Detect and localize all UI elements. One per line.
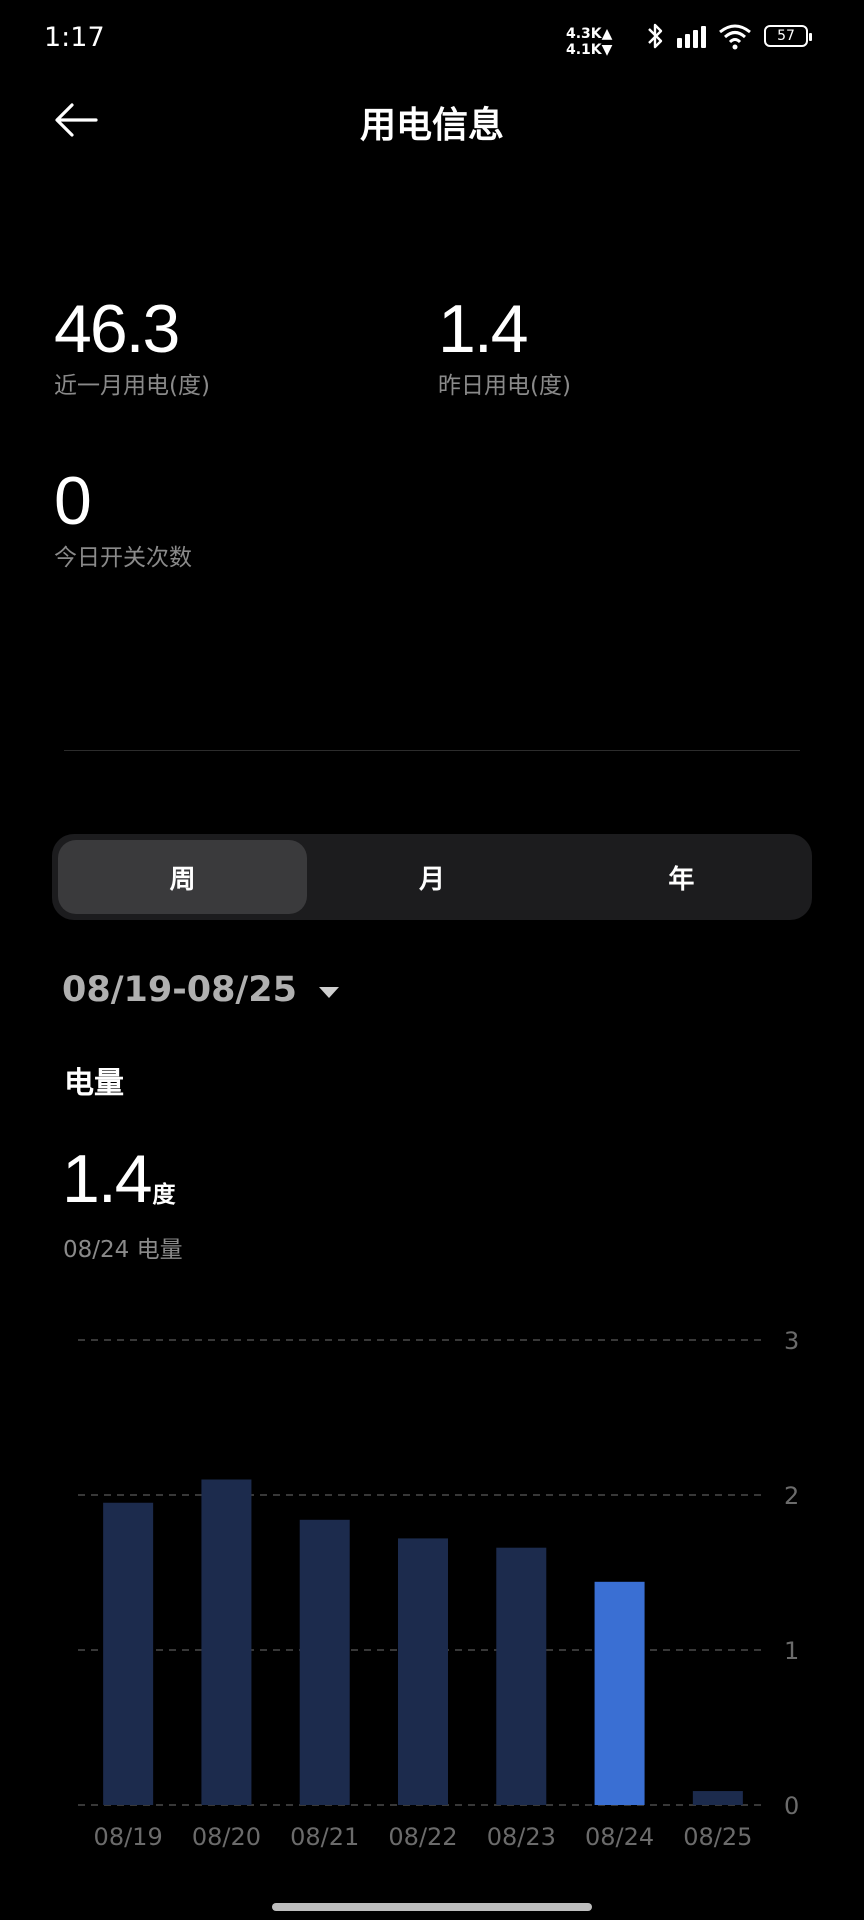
tab-year[interactable]: 年 (557, 840, 806, 914)
home-indicator[interactable] (272, 1903, 592, 1911)
x-tick-label: 08/20 (192, 1823, 261, 1851)
x-tick-label: 08/19 (94, 1823, 163, 1851)
selected-caption: 08/24 电量 (63, 1237, 183, 1263)
y-tick-label: 2 (784, 1482, 799, 1510)
bluetooth-icon (648, 23, 663, 49)
stat-today-switches: 0 今日开关次数 (54, 462, 192, 572)
y-tick-label: 3 (784, 1327, 799, 1355)
section-title: 电量 (64, 1066, 124, 1101)
bar (201, 1479, 252, 1805)
network-speed: 4.3K▲ 4.1K▼ (566, 26, 612, 58)
y-tick-label: 0 (784, 1792, 799, 1820)
tab-week[interactable]: 周 (58, 840, 308, 914)
stat-month-usage: 46.3 近一月用电(度) (54, 290, 210, 400)
x-tick-label: 08/24 (585, 1823, 654, 1851)
battery-icon: 57 (764, 25, 812, 47)
bar (692, 1791, 743, 1805)
stat-label: 近一月用电(度) (54, 373, 210, 399)
x-tick-label: 08/22 (388, 1823, 457, 1851)
period-tabs: 周 月 年 (52, 834, 812, 920)
y-tick-label: 1 (784, 1637, 799, 1665)
bar (103, 1502, 154, 1805)
stat-value: 0 (54, 463, 92, 539)
stat-value: 46.3 (54, 291, 180, 367)
bar (299, 1519, 350, 1805)
status-icons: 57 (645, 22, 812, 50)
status-time: 1:17 (44, 22, 105, 53)
selected-value-number: 1.4 (62, 1141, 153, 1217)
selected-value-unit: 度 (152, 1182, 176, 1208)
stat-yesterday-usage: 1.4 昨日用电(度) (438, 290, 571, 400)
stat-label: 昨日用电(度) (438, 373, 571, 399)
x-tick-label: 08/25 (683, 1823, 752, 1851)
wifi-icon (719, 24, 751, 50)
dropdown-caret-icon (318, 986, 339, 998)
x-tick-label: 08/21 (290, 1823, 359, 1851)
page-title: 用电信息 (359, 105, 504, 146)
net-down: 4.1K▼ (566, 42, 613, 58)
stat-value: 1.4 (438, 291, 529, 367)
date-range-label: 08/19-08/25 (62, 970, 297, 1010)
net-up: 4.3K▲ (566, 26, 613, 42)
divider (64, 750, 800, 751)
bar (398, 1538, 448, 1805)
date-range-selector[interactable]: 08/19-08/25 (62, 970, 339, 1010)
bar (496, 1547, 547, 1805)
x-tick-label: 08/23 (487, 1823, 556, 1851)
signal-icon (677, 24, 706, 48)
tab-month[interactable]: 月 (307, 840, 556, 914)
bar-selected (594, 1581, 645, 1805)
stat-label: 今日开关次数 (54, 545, 192, 571)
usage-bar-chart: 0 1 2 3 08/19 08/20 08/21 08/22 08/23 08/24 08/25 (78, 1327, 799, 1851)
selected-value: 1.4 度 (62, 1140, 176, 1218)
